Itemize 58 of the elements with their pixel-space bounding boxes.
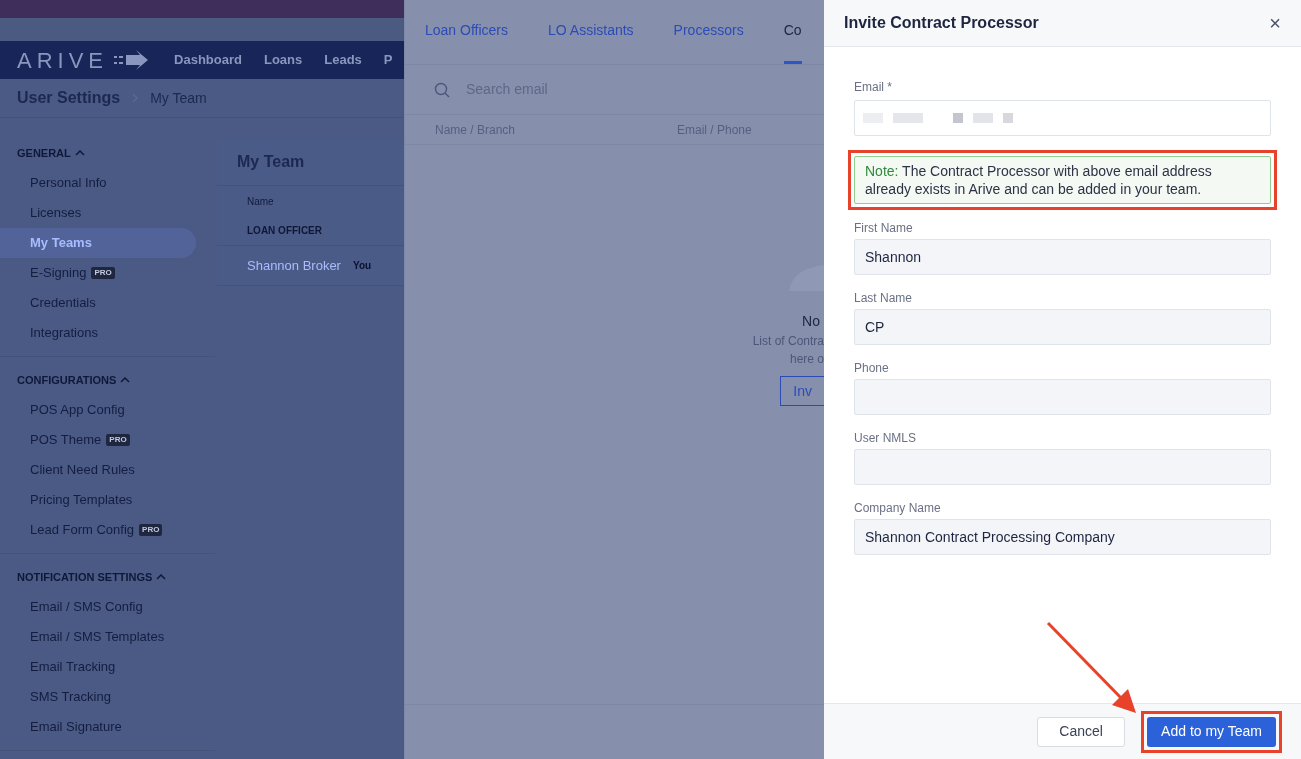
search-icon [434, 81, 450, 98]
dialog-title: Invite Contract Processor [844, 13, 1039, 33]
text-field[interactable]: CP [854, 309, 1271, 345]
sidebar-item[interactable]: POS App Config [0, 395, 196, 425]
sidebar-item[interactable]: My Teams [0, 228, 196, 258]
tab[interactable]: LO Assistants [548, 0, 634, 64]
nav-link[interactable]: Dashboard [174, 50, 242, 70]
empty-text: here o [789, 351, 824, 368]
add-button[interactable]: Add to my Team [1147, 716, 1276, 747]
text-field[interactable] [854, 379, 1271, 415]
section-heading[interactable]: GENERAL [17, 144, 71, 162]
field-label: Email * [854, 79, 893, 96]
sidebar-item[interactable]: Pricing Templates [0, 485, 196, 515]
you-label: You [352, 259, 372, 273]
empty-title: No [802, 312, 820, 331]
nav-link[interactable]: Loans [263, 50, 303, 70]
sidebar-item[interactable]: Email / SMS Config [0, 592, 196, 622]
field-label: Company Name [854, 500, 942, 517]
field-label: User NMLS [854, 430, 917, 447]
close-button[interactable]: × [1269, 13, 1281, 33]
sidebar-item[interactable]: POS Theme PRO [0, 425, 196, 455]
tab[interactable]: Processors [673, 0, 744, 64]
member-name[interactable]: Shannon Broker [247, 255, 341, 276]
nav-link[interactable]: P [383, 50, 393, 70]
sidebar-item[interactable]: Licenses [0, 198, 196, 228]
sidebar-item[interactable]: Email Tracking [0, 652, 196, 682]
chevron-icon[interactable] [120, 377, 131, 383]
sidebar-item[interactable]: SMS Tracking [0, 682, 196, 712]
field-label: Last Name [854, 290, 914, 307]
text-field[interactable]: Shannon [854, 239, 1271, 275]
section-heading[interactable]: CONFIGURATIONS [17, 371, 117, 389]
nav-link[interactable]: Leads [324, 50, 362, 70]
field-label: Phone [854, 360, 890, 377]
sidebar-item[interactable]: Lead Form Config PRO [0, 515, 196, 545]
field-label: First Name [854, 220, 914, 237]
cancel-button[interactable]: Cancel [1037, 716, 1126, 747]
pro-badge: PRO [91, 267, 115, 279]
column-header: Name [247, 194, 274, 209]
tab[interactable]: Co [783, 0, 802, 64]
note-message: Note: The Contract Processor with above email address already exists in Arive and can be added in your team. [854, 156, 1271, 204]
text-field[interactable]: Shannon Contract Processing Company [854, 519, 1271, 555]
section-heading[interactable]: NOTIFICATION SETTINGS [17, 568, 153, 586]
tab[interactable]: Loan Officers [425, 0, 508, 64]
text-field[interactable] [854, 449, 1271, 485]
email-field[interactable] [854, 100, 1271, 136]
chevron-icon[interactable] [156, 574, 167, 580]
sidebar-item[interactable]: Integrations [0, 318, 196, 348]
sidebar-item[interactable]: Email Signature [0, 712, 196, 742]
sidebar-item[interactable]: Personal Info [0, 168, 196, 198]
group-label: LOAN OFFICER [247, 224, 322, 238]
sidebar-item[interactable]: E-Signing PRO [0, 258, 196, 288]
sidebar-item[interactable]: Client Need Rules [0, 455, 196, 485]
logo-text: ARIVE [17, 46, 109, 75]
chevron-icon[interactable] [74, 150, 85, 156]
sidebar-item[interactable]: Credentials [0, 288, 196, 318]
pro-badge: PRO [139, 524, 163, 536]
pro-badge: PRO [106, 434, 130, 446]
sidebar-item[interactable]: Email / SMS Templates [0, 622, 196, 652]
